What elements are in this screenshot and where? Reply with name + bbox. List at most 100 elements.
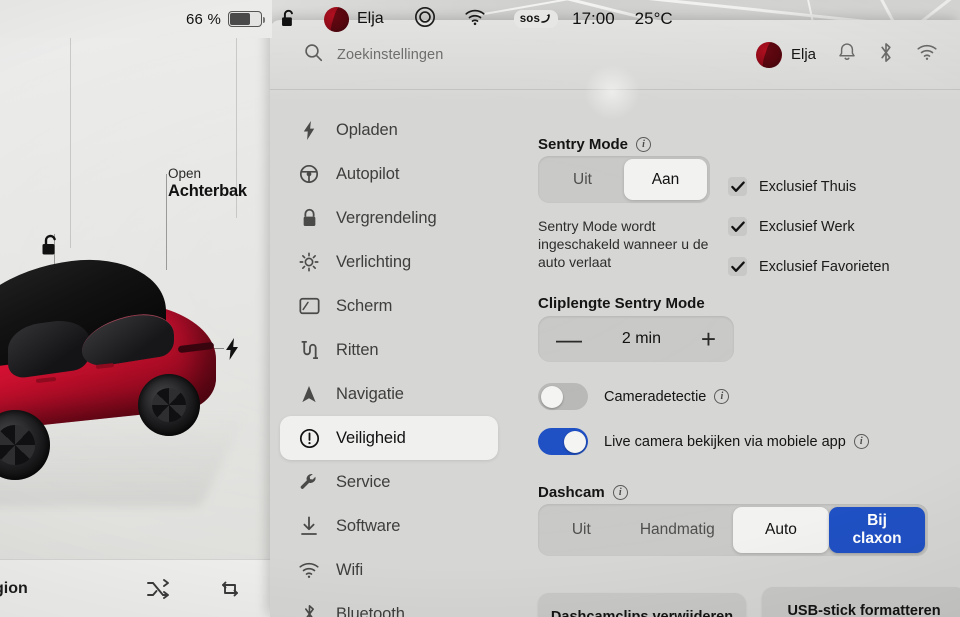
callout-sub-label: Open (168, 166, 202, 181)
sidebar-item-ritten[interactable]: Ritten (280, 328, 498, 372)
open-tailgate-callout[interactable]: Open Achterbak (168, 166, 247, 201)
camera-detection-row[interactable]: Cameradetectie i (538, 383, 730, 410)
sidebar-item-label: Autopilot (336, 164, 400, 183)
profile-button[interactable]: Elja (755, 41, 816, 68)
sidebar-item-veiligheid[interactable]: Veiligheid (280, 416, 498, 460)
clip-length-value: 2 min (621, 330, 661, 347)
display-icon (298, 295, 320, 317)
sidebar-item-verlichting[interactable]: Verlichting (280, 240, 498, 284)
phone-status-bar: 66 % (0, 0, 272, 38)
dashcam-section-title: Dashcam i (538, 484, 628, 501)
repeat-icon[interactable] (218, 578, 242, 605)
sos-button[interactable]: sos (513, 10, 559, 28)
battery-percent-label: 66 % (186, 10, 221, 28)
trips-icon (298, 339, 320, 361)
lock-icon (298, 207, 320, 229)
clip-length-stepper[interactable]: — 2 min + (538, 316, 734, 362)
callout-main-label: Achterbak (168, 181, 247, 200)
download-icon (298, 515, 320, 537)
sidebar-item-vergrendeling[interactable]: Vergrendeling (280, 196, 498, 240)
toggle-label-text: Cameradetectie (604, 388, 707, 405)
info-icon[interactable]: i (612, 485, 628, 500)
battery-icon (228, 11, 265, 27)
status-wifi-icon[interactable] (464, 8, 486, 31)
sentry-mode-label: Sentry Mode (538, 136, 629, 153)
checkbox-label: Exclusief Thuis (759, 178, 857, 195)
sidebar-item-label: Verlichting (336, 252, 412, 271)
sidebar-item-wifi[interactable]: Wifi (280, 548, 498, 592)
bell-icon[interactable] (838, 42, 856, 67)
dashcam-option-handmatig[interactable]: Handmatig (622, 507, 733, 553)
dashcam-option-label: Handmatig (639, 521, 715, 539)
dashcam-label: Dashcam (538, 484, 605, 501)
dashcam-segmented-control[interactable]: Uit Handmatig Auto Bij claxon (538, 504, 928, 556)
sentry-exclusion-thuis[interactable]: Exclusief Thuis (728, 177, 856, 196)
steering-wheel-icon[interactable] (414, 6, 436, 33)
bluetooth-icon[interactable] (878, 42, 894, 68)
sidebar-item-label: Vergrendeling (336, 208, 437, 227)
live-camera-toggle[interactable] (538, 428, 588, 455)
tesla-touchscreen: Open Achterbak ion Elja sos 17:00 25°C 6… (0, 0, 960, 617)
sentry-option-label: Aan (651, 170, 680, 188)
sentry-exclusion-werk[interactable]: Exclusief Werk (728, 217, 855, 236)
unlocked-padlock-icon[interactable] (40, 234, 62, 263)
sidebar-item-label: Veiligheid (336, 428, 406, 447)
dashcam-option-bij-claxon[interactable]: Bij claxon (829, 507, 925, 553)
info-icon[interactable]: i (714, 389, 730, 404)
search-field[interactable]: Zoekinstellingen (304, 43, 756, 67)
status-lock-icon[interactable] (280, 9, 298, 29)
status-profile[interactable]: Elja (324, 6, 384, 32)
sentry-mode-description: Sentry Mode wordt ingeschakeld wanneer u… (538, 218, 709, 270)
sentry-option-aan[interactable]: Aan (624, 159, 707, 200)
status-profile-name: Elja (357, 10, 384, 27)
dashcam-option-uit[interactable]: Uit (541, 507, 622, 553)
sidebar-item-label: Ritten (336, 340, 379, 359)
checkbox-checked-icon[interactable] (728, 217, 747, 236)
shuffle-icon[interactable] (146, 578, 170, 605)
sidebar-item-scherm[interactable]: Scherm (280, 284, 498, 328)
sidebar-item-label: Opladen (336, 120, 398, 139)
dashcam-option-auto[interactable]: Auto (733, 507, 829, 553)
sidebar-item-autopilot[interactable]: Autopilot (280, 152, 498, 196)
sidebar-item-bluetooth[interactable]: Bluetooth (280, 592, 498, 617)
status-time: 17:00 (572, 9, 615, 28)
delete-dashcam-clips-button[interactable]: Dashcamclips verwijderen (538, 593, 746, 617)
vehicle-visualization[interactable]: Open Achterbak ion (0, 38, 272, 617)
sidebar-item-label: Software (336, 516, 401, 535)
bolt-icon (298, 119, 320, 141)
live-camera-row[interactable]: Live camera bekijken via mobiele app i (538, 428, 869, 455)
sidebar-item-label: Wifi (336, 560, 364, 579)
media-player-bar[interactable]: gion (0, 559, 272, 617)
button-label: USB-stick formatteren (787, 603, 941, 617)
sidebar-item-navigatie[interactable]: Navigatie (280, 372, 498, 416)
info-icon[interactable]: i (853, 434, 869, 449)
live-camera-label: Live camera bekijken via mobiele app i (604, 434, 869, 450)
car-render (0, 249, 254, 507)
search-input-placeholder[interactable]: Zoekinstellingen (337, 47, 443, 63)
info-icon[interactable]: i (636, 137, 652, 152)
checkbox-checked-icon[interactable] (728, 257, 747, 276)
format-usb-button[interactable]: USB-stick formatteren (762, 587, 960, 617)
wrench-icon (298, 471, 320, 493)
clip-length-section-title: Cliplengte Sentry Mode (538, 295, 705, 312)
media-track-title: gion (0, 579, 28, 597)
sidebar-item-software[interactable]: Software (280, 504, 498, 548)
wifi-icon[interactable] (916, 43, 938, 66)
sidebar-item-label: Bluetooth (336, 604, 405, 617)
sidebar-item-label: Service (336, 472, 391, 491)
button-label: Dashcamclips verwijderen (550, 609, 734, 617)
sidebar-item-opladen[interactable]: Opladen (280, 108, 498, 152)
sentry-option-uit[interactable]: Uit (541, 159, 624, 200)
sidebar-item-label: Navigatie (336, 384, 404, 403)
checkbox-checked-icon[interactable] (728, 177, 747, 196)
camera-detection-toggle[interactable] (538, 383, 588, 410)
status-temperature[interactable]: 25°C (635, 9, 673, 29)
sentry-mode-segmented-control[interactable]: Uit Aan (538, 156, 710, 203)
settings-sidebar: Opladen Autopilot Vergrendeling Verlicht… (270, 90, 508, 617)
sentry-exclusion-favorieten[interactable]: Exclusief Favorieten (728, 257, 890, 276)
sidebar-item-service[interactable]: Service (280, 460, 498, 504)
clip-length-label: Cliplengte Sentry Mode (538, 295, 705, 312)
wifi-icon (298, 559, 320, 581)
navigation-arrow-icon (298, 383, 320, 405)
search-icon (304, 43, 323, 67)
